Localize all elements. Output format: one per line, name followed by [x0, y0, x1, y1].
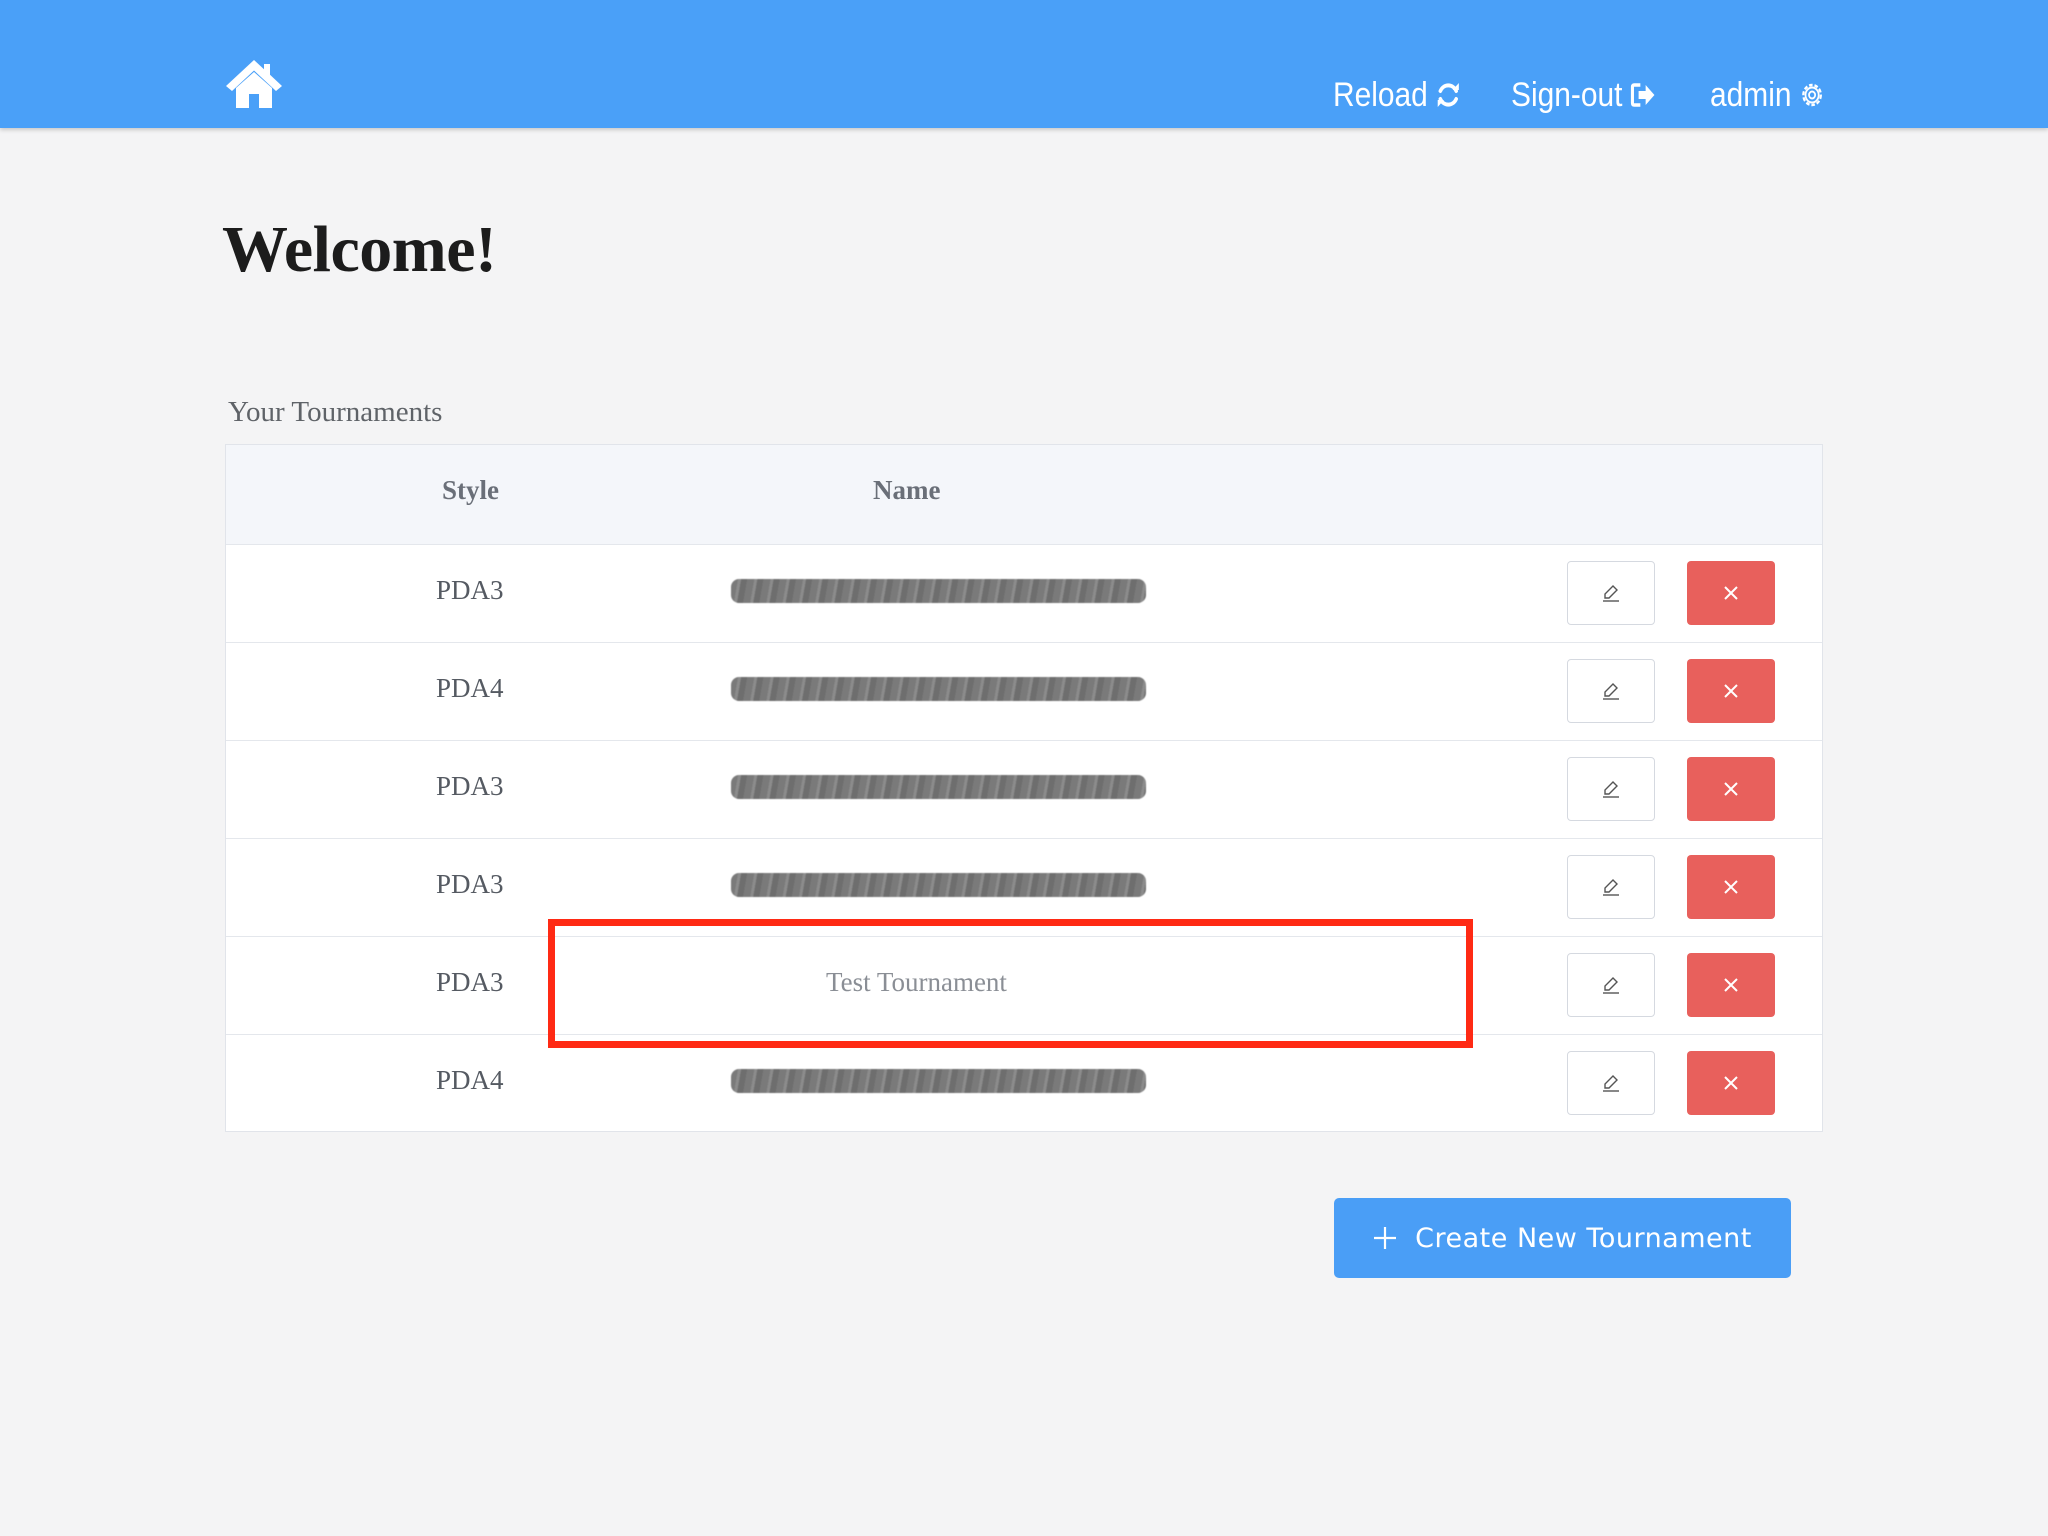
pencil-icon: [1603, 1075, 1619, 1092]
redacted-name: [731, 873, 1146, 897]
create-tournament-button[interactable]: Create New Tournament: [1334, 1198, 1791, 1278]
table-row: PDA3: [226, 839, 1822, 937]
pencil-icon: [1603, 781, 1619, 798]
delete-button[interactable]: [1687, 953, 1775, 1017]
close-icon: [1724, 586, 1738, 600]
sign-out-icon: [1630, 83, 1655, 107]
delete-button[interactable]: [1687, 1051, 1775, 1115]
delete-button[interactable]: [1687, 659, 1775, 723]
close-icon: [1724, 684, 1738, 698]
edit-button[interactable]: [1567, 561, 1655, 625]
delete-button[interactable]: [1687, 855, 1775, 919]
edit-button[interactable]: [1567, 659, 1655, 723]
close-icon: [1724, 782, 1738, 796]
edit-button[interactable]: [1567, 953, 1655, 1017]
tournament-name[interactable]: Test Tournament: [826, 967, 1007, 998]
style-cell: PDA4: [436, 1065, 504, 1095]
sign-out-link[interactable]: Sign-out: [1511, 70, 1656, 120]
table-row: PDA3 Test Tournament: [226, 937, 1822, 1035]
tournaments-table: Style Name PDA3 PDA4 PDA3 PDA3 PDA3 Test…: [225, 444, 1823, 1132]
gear-icon: [1801, 83, 1822, 107]
user-label: admin: [1710, 75, 1792, 114]
redacted-name: [731, 1069, 1146, 1093]
delete-button[interactable]: [1687, 561, 1775, 625]
delete-button[interactable]: [1687, 757, 1775, 821]
sign-out-label: Sign-out: [1511, 75, 1623, 114]
redacted-name: [731, 677, 1146, 701]
pencil-icon: [1603, 585, 1619, 602]
close-icon: [1724, 880, 1738, 894]
pencil-icon: [1603, 879, 1619, 896]
page-title: Welcome!: [222, 213, 497, 286]
create-tournament-label: Create New Tournament: [1415, 1222, 1752, 1254]
home-link[interactable]: [224, 58, 284, 110]
table-header: Style Name: [226, 445, 1822, 545]
top-navigation-bar: Reload Sign-out admin: [0, 0, 2048, 128]
style-cell: PDA3: [436, 575, 504, 605]
reload-icon: [1437, 83, 1459, 107]
home-icon: [226, 60, 282, 108]
table-row: PDA4: [226, 643, 1822, 741]
style-cell: PDA3: [436, 967, 504, 997]
table-row: PDA3: [226, 545, 1822, 643]
reload-label: Reload: [1333, 75, 1428, 114]
pencil-icon: [1603, 683, 1619, 700]
redacted-name: [731, 775, 1146, 799]
section-title: Your Tournaments: [228, 396, 443, 428]
edit-button[interactable]: [1567, 1051, 1655, 1115]
edit-button[interactable]: [1567, 855, 1655, 919]
table-row: PDA4: [226, 1035, 1822, 1133]
edit-button[interactable]: [1567, 757, 1655, 821]
close-icon: [1724, 978, 1738, 992]
redacted-name: [731, 579, 1146, 603]
user-settings-link[interactable]: admin: [1710, 70, 1825, 120]
style-cell: PDA3: [436, 771, 504, 801]
style-cell: PDA4: [436, 673, 504, 703]
table-row: PDA3: [226, 741, 1822, 839]
column-header-name: Name: [873, 475, 941, 505]
close-icon: [1724, 1076, 1738, 1090]
style-cell: PDA3: [436, 869, 504, 899]
pencil-icon: [1603, 977, 1619, 994]
column-header-style: Style: [442, 475, 499, 505]
reload-link[interactable]: Reload: [1333, 70, 1461, 120]
plus-icon: [1374, 1227, 1397, 1249]
